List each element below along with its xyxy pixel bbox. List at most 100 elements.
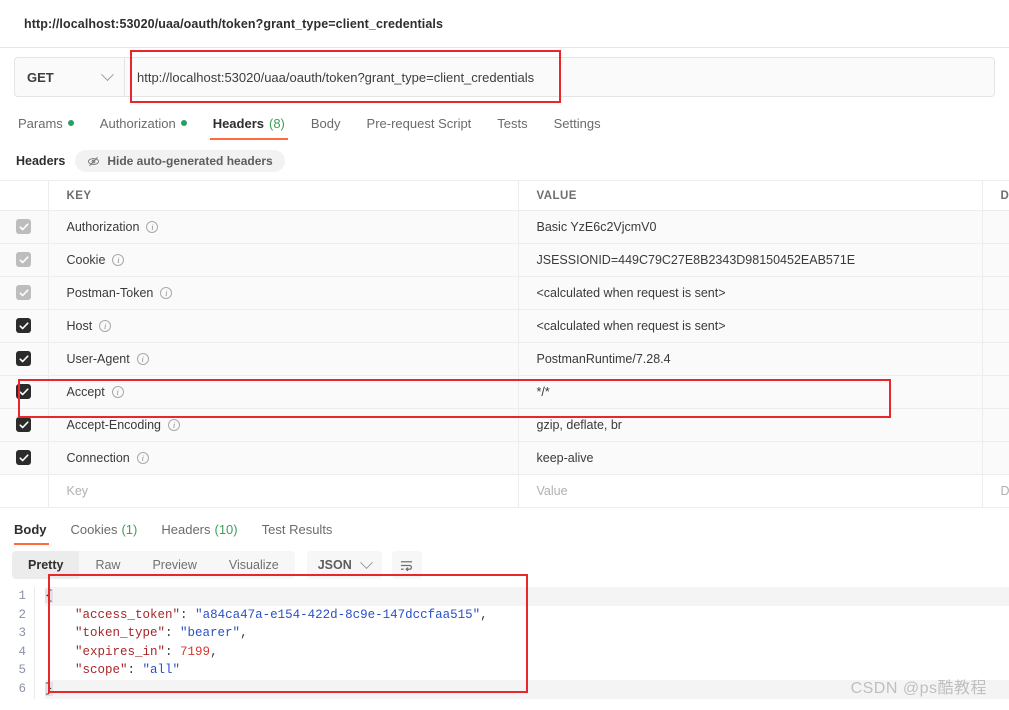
header-key-label: Postman-Token bbox=[66, 286, 154, 300]
chevron-down-icon bbox=[359, 555, 373, 569]
headers-table: KEY VALUE DE Authorization i Basic YzE6c2V… bbox=[0, 180, 1009, 508]
header-key-cell[interactable]: Host i bbox=[48, 309, 519, 343]
row-checkbox-cell[interactable] bbox=[0, 342, 49, 376]
response-tab-headers[interactable]: Headers (10) bbox=[149, 516, 249, 542]
new-key-input[interactable]: Key bbox=[48, 474, 519, 508]
row-checkbox[interactable] bbox=[16, 318, 32, 334]
table-row: Cookie i JSESSIONID=449C79C27E8B2343D98150… bbox=[0, 243, 1009, 277]
info-icon[interactable]: i bbox=[136, 452, 149, 464]
header-value-cell[interactable]: */* bbox=[518, 375, 983, 409]
tab-label: Tests bbox=[497, 115, 528, 131]
info-icon[interactable]: i bbox=[112, 254, 125, 266]
new-description-input[interactable]: De bbox=[982, 474, 1009, 508]
tab-tests[interactable]: Tests bbox=[484, 106, 540, 140]
row-checkbox-cell[interactable] bbox=[0, 375, 49, 409]
header-key-label: Cookie bbox=[66, 253, 106, 267]
row-checkbox-cell[interactable] bbox=[0, 408, 49, 442]
header-key-cell[interactable]: Accept-Encoding i bbox=[48, 408, 519, 442]
header-description-cell[interactable] bbox=[982, 210, 1009, 244]
row-checkbox-cell[interactable] bbox=[0, 276, 49, 310]
row-checkbox-cell[interactable] bbox=[0, 441, 49, 475]
headers-subbar: Headers Hide auto-generated headers bbox=[0, 140, 1009, 180]
response-tab-body[interactable]: Body bbox=[12, 516, 59, 545]
header-value-label: <calculated when request is sent> bbox=[536, 286, 726, 300]
info-icon[interactable]: i bbox=[168, 419, 181, 431]
row-checkbox[interactable] bbox=[16, 351, 32, 367]
row-checkbox[interactable] bbox=[16, 417, 32, 433]
header-description-cell[interactable] bbox=[982, 243, 1009, 277]
row-checkbox[interactable] bbox=[16, 252, 32, 268]
response-tab-cookies[interactable]: Cookies (1) bbox=[59, 516, 150, 542]
header-description-cell[interactable] bbox=[982, 408, 1009, 442]
new-header-row[interactable]: KeyValueDe bbox=[0, 474, 1009, 508]
row-checkbox[interactable] bbox=[16, 285, 32, 301]
info-icon[interactable]: i bbox=[99, 320, 112, 332]
request-tabs: Params Authorization Headers (8) Body Pr… bbox=[0, 106, 1009, 140]
row-checkbox-cell[interactable] bbox=[0, 210, 49, 244]
header-description-cell[interactable] bbox=[982, 276, 1009, 310]
modified-dot-icon bbox=[180, 120, 187, 126]
tab-body[interactable]: Body bbox=[298, 106, 354, 140]
response-tabs: Body Cookies (1) Headers (10) Test Resul… bbox=[0, 508, 1009, 545]
row-checkbox-cell[interactable] bbox=[0, 243, 49, 277]
header-key-cell[interactable]: Authorization i bbox=[48, 210, 519, 244]
header-description-cell[interactable] bbox=[982, 309, 1009, 343]
header-key-cell[interactable]: Cookie i bbox=[48, 243, 519, 277]
header-value-cell[interactable]: PostmanRuntime/7.28.4 bbox=[518, 342, 983, 376]
header-value-cell[interactable]: gzip, deflate, br bbox=[518, 408, 983, 442]
json-value: 7199 bbox=[180, 644, 211, 659]
header-value-cell[interactable]: Basic YzE6c2VjcmV0 bbox=[518, 210, 983, 244]
tab-headers[interactable]: Headers (8) bbox=[200, 106, 298, 140]
info-icon[interactable]: i bbox=[111, 386, 124, 398]
hide-auto-generated-headers-button[interactable]: Hide auto-generated headers bbox=[75, 150, 285, 172]
tab-settings[interactable]: Settings bbox=[541, 106, 614, 140]
response-tab-test-results[interactable]: Test Results bbox=[250, 516, 345, 542]
row-checkbox[interactable] bbox=[16, 219, 32, 235]
tab-count: (1) bbox=[121, 521, 138, 537]
info-icon[interactable]: i bbox=[136, 353, 149, 365]
header-key-cell[interactable]: Connection i bbox=[48, 441, 519, 475]
line-number: 4 bbox=[18, 644, 26, 659]
window-title-bar: http://localhost:53020/uaa/oauth/token?g… bbox=[0, 0, 1009, 48]
row-checkbox[interactable] bbox=[16, 384, 32, 400]
response-format-select[interactable]: JSON bbox=[306, 551, 382, 579]
header-description-cell[interactable] bbox=[982, 342, 1009, 376]
header-description-cell[interactable] bbox=[982, 375, 1009, 409]
view-mode-visualize[interactable]: Visualize bbox=[213, 551, 295, 579]
new-value-input[interactable]: Value bbox=[518, 474, 983, 508]
tab-label: Body bbox=[310, 115, 341, 131]
header-value-cell[interactable]: <calculated when request is sent> bbox=[518, 276, 983, 310]
line-number: 5 bbox=[18, 663, 26, 678]
chevron-down-icon bbox=[101, 67, 114, 81]
header-description-cell[interactable] bbox=[982, 441, 1009, 475]
info-icon[interactable]: i bbox=[146, 221, 159, 233]
hide-auto-generated-headers-label: Hide auto-generated headers bbox=[107, 154, 273, 168]
header-key-cell[interactable]: User-Agent i bbox=[48, 342, 519, 376]
tab-authorization[interactable]: Authorization bbox=[87, 106, 200, 140]
tab-params[interactable]: Params bbox=[14, 106, 87, 140]
url-input[interactable]: http://localhost:53020/uaa/oauth/token?g… bbox=[124, 57, 995, 97]
header-value-cell[interactable]: <calculated when request is sent> bbox=[518, 309, 983, 343]
header-value-cell[interactable]: keep-alive bbox=[518, 441, 983, 475]
line-number: 2 bbox=[18, 607, 26, 622]
table-row: Accept-Encoding i gzip, deflate, br bbox=[0, 408, 1009, 442]
tab-pre-request-script[interactable]: Pre-request Script bbox=[354, 106, 485, 140]
table-header-row: KEY VALUE DE bbox=[0, 180, 1009, 211]
open-brace: { bbox=[45, 589, 53, 603]
header-key-cell[interactable]: Accept i bbox=[48, 375, 519, 409]
view-mode-pretty[interactable]: Pretty bbox=[12, 551, 80, 579]
view-mode-raw[interactable]: Raw bbox=[79, 551, 136, 579]
header-value-label: gzip, deflate, br bbox=[536, 418, 622, 432]
header-key-label: Authorization bbox=[66, 220, 140, 234]
view-mode-preview[interactable]: Preview bbox=[136, 551, 212, 579]
code-line: "token_type": "bearer", bbox=[75, 626, 248, 641]
row-checkbox-cell[interactable] bbox=[0, 309, 49, 343]
json-key: "token_type" bbox=[75, 626, 166, 641]
row-checkbox[interactable] bbox=[16, 450, 32, 466]
wrap-lines-button[interactable] bbox=[391, 551, 422, 579]
info-icon[interactable]: i bbox=[160, 287, 173, 299]
header-key-cell[interactable]: Postman-Token i bbox=[48, 276, 519, 310]
http-method-select[interactable]: GET bbox=[14, 57, 124, 97]
header-value-cell[interactable]: JSESSIONID=449C79C27E8B2343D98150452EAB5… bbox=[518, 243, 983, 277]
json-value: "bearer" bbox=[180, 626, 241, 641]
